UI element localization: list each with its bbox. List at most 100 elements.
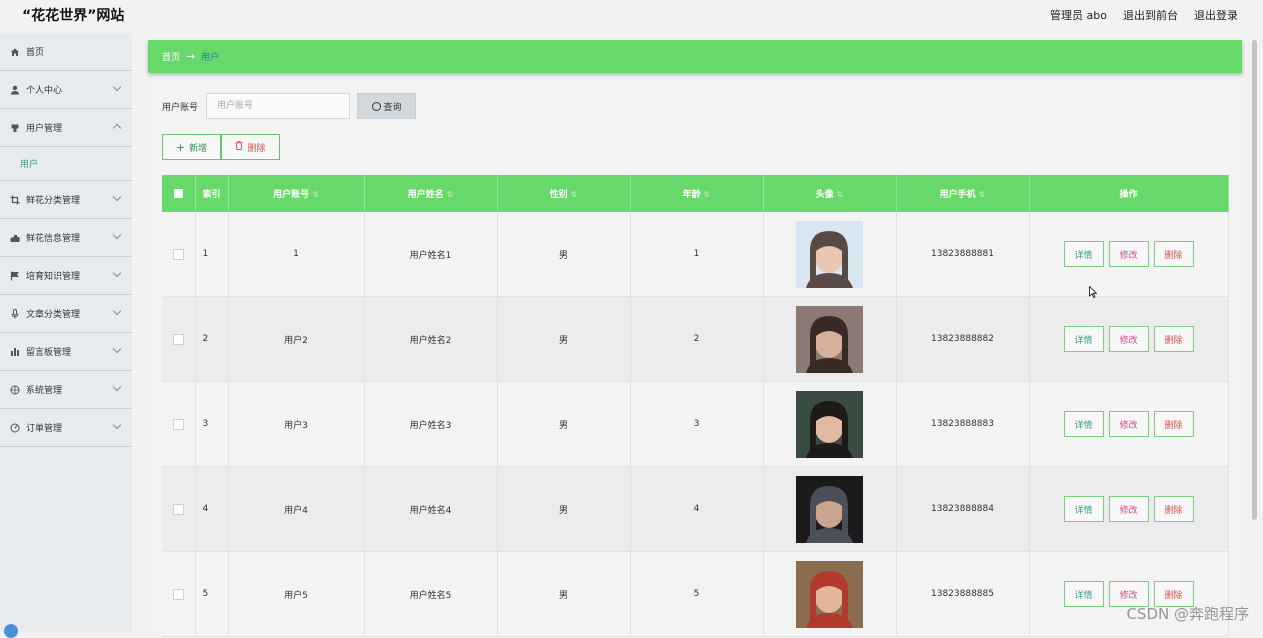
cell-name: 用户姓名5	[364, 551, 498, 637]
add-button[interactable]: + 新增	[162, 134, 221, 160]
breadcrumb-home[interactable]: 首页	[162, 50, 180, 63]
sort-icon[interactable]: ⇅	[837, 190, 844, 199]
header-avatar-label: 头像	[815, 190, 834, 200]
cell-index: 3	[195, 381, 229, 467]
compass-icon	[9, 384, 21, 396]
row-select-cell[interactable]	[162, 212, 196, 297]
detail-button[interactable]: 详情	[1063, 581, 1104, 607]
sidebar-item-personal-center[interactable]: 个人中心	[0, 71, 132, 109]
page-scrollbar[interactable]	[1252, 40, 1257, 520]
cell-name: 用户姓名1	[364, 212, 498, 297]
sidebar-item-system-management[interactable]: 系统管理	[0, 371, 132, 409]
search-bar: 用户账号 查询	[162, 93, 417, 119]
edit-button[interactable]: 修改	[1108, 326, 1149, 352]
header-actions: 操作	[1029, 175, 1229, 212]
delete-button[interactable]: 删除	[1153, 326, 1194, 352]
sidebar-item-article-category[interactable]: 文章分类管理	[0, 295, 132, 333]
admin-label: 管理员 abo	[1050, 9, 1107, 22]
detail-button[interactable]: 详情	[1063, 496, 1104, 522]
chevron-down-icon	[112, 344, 122, 354]
select-all-cell[interactable]	[162, 175, 196, 212]
sidebar-item-user-management[interactable]: 用户管理	[0, 109, 132, 147]
user-icon	[9, 84, 21, 96]
add-button-label: 新增	[189, 143, 208, 154]
cell-account: 用户3	[228, 381, 365, 467]
select-all-checkbox[interactable]	[173, 188, 183, 198]
cell-account: 用户5	[228, 551, 365, 637]
avatar[interactable]	[796, 475, 863, 543]
top-bar: “花花世界”网站 管理员 abo 退出到前台 退出登录	[0, 0, 1263, 30]
cell-index: 5	[195, 551, 229, 637]
header-phone[interactable]: 用户手机 ⇅	[896, 175, 1030, 212]
query-button[interactable]: 查询	[357, 93, 417, 119]
sidebar-item-message-board[interactable]: 留言板管理	[0, 333, 132, 371]
batch-delete-button-label: 删除	[247, 143, 266, 154]
sort-icon[interactable]: ⇅	[312, 190, 319, 199]
delete-button[interactable]: 删除	[1153, 496, 1194, 522]
sidebar-item-flower-category[interactable]: 鲜花分类管理	[0, 181, 132, 219]
avatar[interactable]	[796, 220, 863, 288]
sidebar-subitem-user[interactable]: 用户	[0, 147, 132, 181]
sort-icon[interactable]: ⇅	[979, 190, 986, 199]
delete-button[interactable]: 删除	[1153, 241, 1194, 267]
sidebar-item-label: 留言板管理	[26, 348, 72, 358]
cell-phone: 13823888883	[896, 381, 1030, 467]
logout-link[interactable]: 退出登录	[1194, 7, 1238, 23]
row-checkbox[interactable]	[172, 418, 184, 430]
chevron-up-icon	[112, 123, 122, 133]
cell-avatar	[763, 551, 897, 637]
edit-button[interactable]: 修改	[1108, 496, 1149, 522]
edit-button[interactable]: 修改	[1108, 241, 1149, 267]
batch-delete-button[interactable]: 删除	[221, 134, 280, 160]
header-age[interactable]: 年龄 ⇅	[630, 175, 764, 212]
cell-age: 5	[630, 551, 764, 637]
detail-button[interactable]: 详情	[1063, 241, 1104, 267]
row-checkbox[interactable]	[172, 503, 184, 515]
header-name[interactable]: 用户姓名 ⇅	[364, 175, 498, 212]
header-account-label: 用户账号	[273, 190, 310, 200]
edit-button[interactable]: 修改	[1108, 411, 1149, 437]
floating-badge-icon[interactable]	[4, 624, 18, 638]
header-gender[interactable]: 性别 ⇅	[497, 175, 631, 212]
cell-index: 2	[195, 296, 229, 382]
sidebar-item-label: 鲜花信息管理	[26, 234, 81, 244]
watermark: CSDN @奔跑程序	[1126, 605, 1249, 623]
sort-icon[interactable]: ⇅	[704, 190, 711, 199]
sidebar-item-cultivation-knowledge[interactable]: 培育知识管理	[0, 257, 132, 295]
cell-gender: 男	[497, 296, 631, 382]
avatar[interactable]	[796, 305, 863, 373]
header-gender-label: 性别	[549, 190, 568, 200]
cell-avatar	[763, 296, 897, 382]
avatar[interactable]	[796, 560, 863, 628]
detail-button[interactable]: 详情	[1063, 411, 1104, 437]
row-checkbox[interactable]	[172, 333, 184, 345]
sidebar-item-home[interactable]: 首页	[0, 33, 132, 71]
cell-gender: 男	[497, 551, 631, 637]
cell-account: 用户4	[228, 466, 365, 552]
exit-to-front-link[interactable]: 退出到前台	[1123, 7, 1178, 23]
row-select-cell[interactable]	[162, 466, 196, 552]
table-row: 5 用户5 用户姓名5 男 5 13823888885 详情 修改 删除	[162, 551, 1229, 637]
site-title: “花花世界”网站	[22, 8, 125, 24]
row-checkbox[interactable]	[172, 248, 184, 260]
detail-button[interactable]: 详情	[1063, 326, 1104, 352]
delete-button[interactable]: 删除	[1153, 411, 1194, 437]
header-account[interactable]: 用户账号 ⇅	[228, 175, 365, 212]
row-select-cell[interactable]	[162, 381, 196, 467]
top-links: 管理员 abo 退出到前台 退出登录	[1050, 7, 1238, 23]
sidebar-item-order-management[interactable]: 订单管理	[0, 409, 132, 447]
gauge-icon	[9, 422, 21, 434]
cell-actions: 详情 修改 删除	[1029, 466, 1229, 552]
sidebar-item-flower-info[interactable]: 鲜花信息管理	[0, 219, 132, 257]
sort-icon[interactable]: ⇅	[571, 190, 578, 199]
row-checkbox[interactable]	[172, 588, 184, 600]
row-select-cell[interactable]	[162, 551, 196, 637]
header-avatar[interactable]: 头像 ⇅	[763, 175, 897, 212]
search-input[interactable]	[206, 93, 351, 119]
avatar[interactable]	[796, 390, 863, 458]
cell-name: 用户姓名2	[364, 296, 498, 382]
cell-gender: 男	[497, 381, 631, 467]
table-row: 2 用户2 用户姓名2 男 2 13823888882 详情 修改 删除	[162, 296, 1229, 382]
sort-icon[interactable]: ⇅	[447, 190, 454, 199]
row-select-cell[interactable]	[162, 296, 196, 382]
